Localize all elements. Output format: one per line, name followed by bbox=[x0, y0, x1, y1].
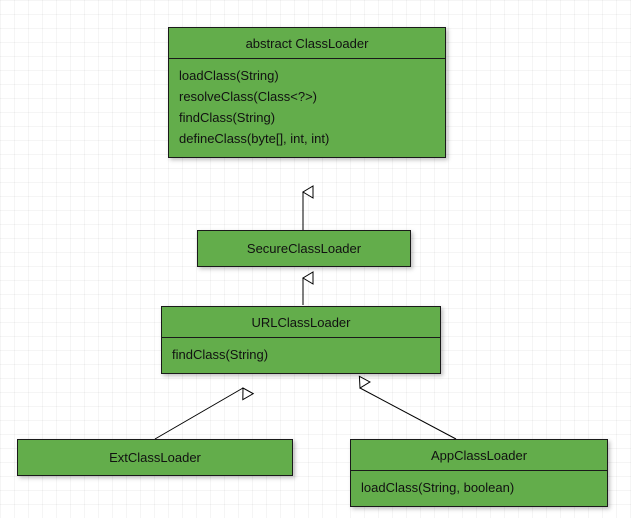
class-title: AppClassLoader bbox=[351, 440, 607, 471]
class-title: ExtClassLoader bbox=[18, 440, 292, 475]
class-title: URLClassLoader bbox=[162, 307, 440, 338]
class-title: SecureClassLoader bbox=[198, 231, 410, 266]
edge-ext-to-ucl bbox=[155, 388, 243, 439]
class-appclassloader: AppClassLoader loadClass(String, boolean… bbox=[350, 439, 608, 507]
operation: defineClass(byte[], int, int) bbox=[179, 128, 435, 149]
class-title: abstract ClassLoader bbox=[169, 28, 445, 59]
operation: loadClass(String, boolean) bbox=[361, 477, 597, 498]
diagram-canvas: abstract ClassLoader loadClass(String) r… bbox=[0, 0, 631, 518]
class-urlclassloader: URLClassLoader findClass(String) bbox=[161, 306, 441, 374]
class-operations: loadClass(String, boolean) bbox=[351, 471, 607, 506]
class-extclassloader: ExtClassLoader bbox=[17, 439, 293, 476]
edge-app-to-ucl bbox=[360, 388, 456, 439]
class-operations: findClass(String) bbox=[162, 338, 440, 373]
operation: findClass(String) bbox=[179, 107, 435, 128]
class-classloader: abstract ClassLoader loadClass(String) r… bbox=[168, 27, 446, 158]
operation: findClass(String) bbox=[172, 344, 430, 365]
class-operations: loadClass(String) resolveClass(Class<?>)… bbox=[169, 59, 445, 157]
class-secureclassloader: SecureClassLoader bbox=[197, 230, 411, 267]
operation: loadClass(String) bbox=[179, 65, 435, 86]
operation: resolveClass(Class<?>) bbox=[179, 86, 435, 107]
